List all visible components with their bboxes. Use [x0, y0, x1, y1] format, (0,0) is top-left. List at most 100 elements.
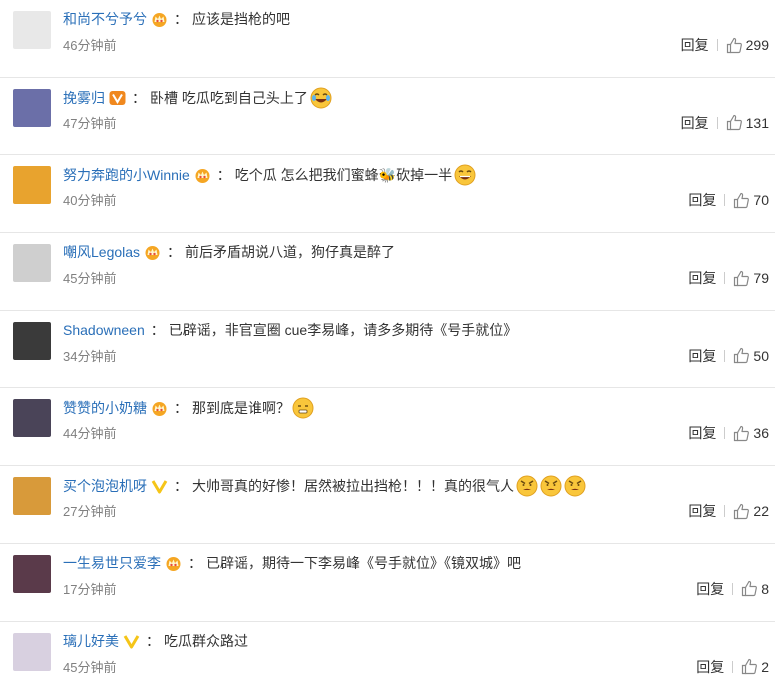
thumbs-up-icon [733, 347, 750, 364]
username-link[interactable]: 努力奔跑的小Winnie [63, 165, 190, 185]
comment-actions: 回复 79 [688, 268, 769, 288]
like-button[interactable]: 2 [741, 658, 769, 675]
comment-line: Shadowneen ： 已辟谣，非官宣圈 cue李易峰，请多多期待《号手就位》 [63, 320, 517, 340]
colon-separator: ： [174, 9, 188, 29]
comment-line: 和尚不兮予兮 ： 应该是挡枪的吧 [63, 9, 290, 29]
reply-button[interactable]: 回复 [696, 657, 724, 677]
angry-emoji-icon [564, 475, 586, 497]
comment-text: 已辟谣，非官宣圈 cue李易峰，请多多期待《号手就位》 [169, 320, 517, 340]
angry-emoji-icon [540, 475, 562, 497]
comment-line: 买个泡泡机呀 ： 大帅哥真的好惨！居然被拉出挡枪！！！真的很气人 [63, 475, 586, 497]
comment-actions: 回复 22 [688, 501, 769, 521]
comment-actions: 回复 2 [696, 657, 769, 677]
verified-orange-icon [109, 90, 126, 106]
thumbs-up-icon [733, 503, 750, 520]
comment-row: 买个泡泡机呀 ： 大帅哥真的好惨！居然被拉出挡枪！！！真的很气人 27分钟前 回… [0, 466, 775, 544]
like-button[interactable]: 299 [726, 37, 769, 54]
comment-text: 前后矛盾胡说八道，狗仔真是醉了 [185, 242, 395, 262]
reply-button[interactable]: 回复 [688, 423, 716, 443]
comment-actions: 回复 70 [688, 190, 769, 210]
avatar[interactable] [13, 399, 51, 437]
thumbs-up-icon [733, 270, 750, 287]
like-count: 50 [753, 348, 769, 364]
colon-separator: ： [146, 631, 160, 651]
comment-line: 挽雾归 ： 卧槽 吃瓜吃到自己头上了 [63, 87, 332, 109]
like-button[interactable]: 36 [733, 425, 769, 442]
username-link[interactable]: 买个泡泡机呀 [63, 476, 147, 496]
username-link[interactable]: 嘲风Legolas [63, 242, 140, 262]
like-count: 22 [753, 503, 769, 519]
comment-text: 已辟谣，期待一下李易峰《号手就位》《镜双城》吧 [206, 553, 521, 573]
reply-button[interactable]: 回复 [688, 190, 716, 210]
colon-separator: ： [132, 88, 146, 108]
comment-text: 应该是挡枪的吧 [192, 9, 290, 29]
username-link[interactable]: 挽雾归 [63, 88, 105, 108]
like-button[interactable]: 131 [726, 114, 769, 131]
comment-row: 挽雾归 ： 卧槽 吃瓜吃到自己头上了 47分钟前 回复 131 [0, 78, 775, 156]
like-button[interactable]: 79 [733, 270, 769, 287]
like-button[interactable]: 22 [733, 503, 769, 520]
comment-text: 吃瓜群众路过 [164, 631, 248, 651]
avatar[interactable] [13, 477, 51, 515]
like-count: 70 [753, 192, 769, 208]
thumbs-up-icon [741, 580, 758, 597]
crown-badge-icon [165, 555, 182, 571]
shush-emoji-icon [292, 397, 314, 419]
like-count: 2 [761, 659, 769, 675]
reply-button[interactable]: 回复 [696, 579, 724, 599]
comment-row: 努力奔跑的小Winnie ： 吃个瓜 怎么把我们蜜蜂🐝砍掉一半 40分钟前 回复… [0, 155, 775, 233]
comment-actions: 回复 50 [688, 346, 769, 366]
colon-separator: ： [167, 242, 181, 262]
username-link[interactable]: 和尚不兮予兮 [63, 9, 147, 29]
comment-line: 嘲风Legolas ： 前后矛盾胡说八道，狗仔真是醉了 [63, 242, 395, 262]
like-button[interactable]: 70 [733, 192, 769, 209]
comment-timestamp: 45分钟前 [63, 659, 116, 677]
avatar[interactable] [13, 166, 51, 204]
comment-timestamp: 44分钟前 [63, 425, 116, 443]
comment-actions: 回复 131 [681, 113, 769, 133]
crown-badge-icon [144, 244, 161, 260]
avatar[interactable] [13, 633, 51, 671]
comment-row: 赞赞的小奶糖 ： 那到底是谁啊？ 44分钟前 回复 36 [0, 388, 775, 466]
comment-line: 赞赞的小奶糖 ： 那到底是谁啊？ [63, 397, 314, 419]
comment-timestamp: 34分钟前 [63, 348, 116, 366]
reply-button[interactable]: 回复 [688, 501, 716, 521]
avatar[interactable] [13, 89, 51, 127]
comment-text: 大帅哥真的好惨！居然被拉出挡枪！！！真的很气人 [192, 476, 514, 496]
action-divider [724, 505, 725, 517]
angry-emoji-icon [516, 475, 538, 497]
avatar[interactable] [13, 322, 51, 360]
like-button[interactable]: 8 [741, 580, 769, 597]
comment-row: 璃儿好美 ： 吃瓜群众路过 45分钟前 回复 2 [0, 622, 775, 699]
comment-actions: 回复 299 [681, 35, 769, 55]
username-link[interactable]: Shadowneen [63, 320, 145, 340]
comment-timestamp: 27分钟前 [63, 503, 116, 521]
comment-actions: 回复 36 [688, 423, 769, 443]
comment-timestamp: 47分钟前 [63, 115, 116, 133]
comment-line: 璃儿好美 ： 吃瓜群众路过 [63, 631, 248, 651]
avatar[interactable] [13, 555, 51, 593]
comment-list: 和尚不兮予兮 ： 应该是挡枪的吧 46分钟前 回复 299 挽雾归 ： 卧槽 吃… [0, 0, 775, 699]
action-divider [724, 427, 725, 439]
avatar[interactable] [13, 11, 51, 49]
colon-separator: ： [174, 476, 188, 496]
username-link[interactable]: 一生易世只爱李 [63, 553, 161, 573]
like-count: 79 [753, 270, 769, 286]
username-link[interactable]: 赞赞的小奶糖 [63, 398, 147, 418]
action-divider [724, 194, 725, 206]
reply-button[interactable]: 回复 [688, 346, 716, 366]
like-count: 36 [753, 425, 769, 441]
comment-timestamp: 40分钟前 [63, 192, 116, 210]
comment-timestamp: 46分钟前 [63, 37, 116, 55]
reply-button[interactable]: 回复 [681, 113, 709, 133]
action-divider [724, 272, 725, 284]
avatar[interactable] [13, 244, 51, 282]
like-count: 8 [761, 581, 769, 597]
comment-row: Shadowneen ： 已辟谣，非官宣圈 cue李易峰，请多多期待《号手就位》… [0, 311, 775, 389]
comment-line: 一生易世只爱李 ： 已辟谣，期待一下李易峰《号手就位》《镜双城》吧 [63, 553, 521, 573]
reply-button[interactable]: 回复 [688, 268, 716, 288]
username-link[interactable]: 璃儿好美 [63, 631, 119, 651]
like-button[interactable]: 50 [733, 347, 769, 364]
laugh-cry-emoji-icon [310, 87, 332, 109]
reply-button[interactable]: 回复 [681, 35, 709, 55]
